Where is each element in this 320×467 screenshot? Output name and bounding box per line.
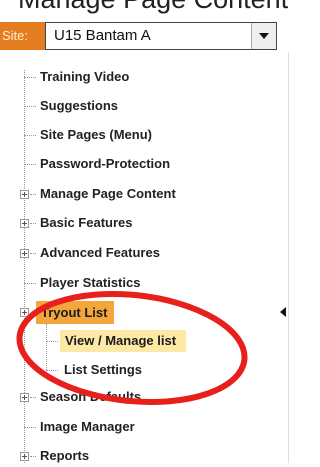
menu-item-basic-features[interactable]: Basic Features	[40, 212, 133, 234]
chevron-down-icon[interactable]	[251, 23, 276, 49]
menu-item-password-protection[interactable]: Password-Protection	[40, 153, 170, 175]
menu-item-tryout-list[interactable]: Tryout List	[36, 301, 114, 324]
tree-connector	[30, 194, 36, 195]
expand-icon[interactable]	[20, 249, 29, 258]
tree-connector	[30, 253, 36, 254]
menu-item-advanced-features[interactable]: Advanced Features	[40, 242, 160, 264]
menu-item-image-manager[interactable]: Image Manager	[40, 416, 135, 438]
menu-item-manage-page-content[interactable]: Manage Page Content	[40, 183, 176, 205]
tree-connector	[24, 106, 36, 107]
tree-connector	[46, 341, 58, 342]
tree-connector	[24, 135, 36, 136]
expand-icon[interactable]	[20, 219, 29, 228]
tree-connector	[46, 324, 47, 370]
collapse-panel-arrow-icon[interactable]	[280, 307, 286, 317]
tree-connector	[24, 164, 36, 165]
expand-icon[interactable]	[20, 452, 29, 461]
tree-connector	[30, 397, 36, 398]
site-label: Site:	[0, 22, 48, 50]
panel-divider	[288, 52, 289, 463]
tree-connector	[24, 427, 36, 428]
tree-connector	[30, 223, 36, 224]
site-select-value: U15 Bantam A	[54, 27, 151, 44]
menu-item-training-video[interactable]: Training Video	[40, 66, 129, 88]
expand-icon[interactable]	[20, 190, 29, 199]
tree-connector	[30, 456, 36, 457]
submenu-item-list-settings[interactable]: List Settings	[64, 359, 142, 381]
menu-item-suggestions[interactable]: Suggestions	[40, 95, 118, 117]
expand-icon[interactable]	[20, 393, 29, 402]
menu-item-reports[interactable]: Reports	[40, 445, 89, 467]
site-selector-row: Site: U15 Bantam A	[0, 20, 291, 52]
tree-connector	[24, 77, 36, 78]
menu-item-player-statistics[interactable]: Player Statistics	[40, 272, 140, 294]
site-select[interactable]: U15 Bantam A	[45, 22, 277, 50]
submenu-item-view-manage-list[interactable]: View / Manage list	[60, 330, 186, 352]
tree-connector	[46, 370, 58, 371]
menu-item-site-pages[interactable]: Site Pages (Menu)	[40, 124, 152, 146]
header-text-clipped: Manage Page Content	[0, 0, 309, 14]
collapse-icon[interactable]	[20, 308, 29, 317]
tree-connector	[24, 70, 25, 463]
tree-connector	[24, 283, 36, 284]
menu-item-season-defaults[interactable]: Season Defaults	[40, 386, 141, 408]
